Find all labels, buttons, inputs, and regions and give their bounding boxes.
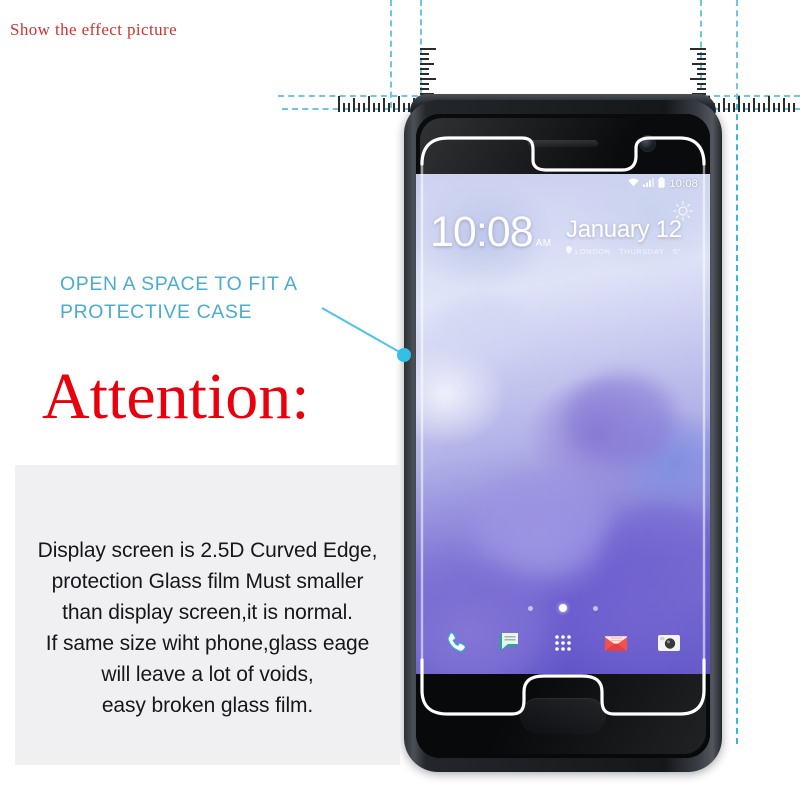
attention-heading: Attention:: [42, 360, 310, 433]
page-dot[interactable]: [593, 605, 598, 611]
dock-bar: [416, 620, 710, 666]
app-drawer-icon[interactable]: [548, 628, 578, 658]
lockscreen-date-group: January 12 LONDON · THURSDAY · 5°: [566, 216, 682, 256]
annotation-line-1: OPEN A SPACE TO FIT A: [60, 273, 298, 295]
annotation-line-2: PROTECTIVE CASE: [60, 301, 253, 324]
lockscreen-display: 10:08 10:08 AM January 12 LONDON · THURS…: [416, 174, 710, 674]
lockscreen-subline-group: LONDON · THURSDAY · 5°: [566, 246, 682, 256]
battery-icon: [658, 177, 666, 191]
note-line: will leave a lot of voids,: [101, 663, 314, 687]
page-dot-active[interactable]: [559, 604, 567, 612]
front-camera-icon: [640, 136, 655, 151]
lockscreen-clock-group: 10:08 AM: [430, 208, 552, 256]
phone-device: 10:08 10:08 AM January 12 LONDON · THURS…: [404, 94, 722, 772]
note-line: protection Glass film Must smaller: [51, 570, 364, 594]
lockscreen-clock: 10:08: [430, 208, 534, 256]
lockscreen-ampm: AM: [535, 237, 552, 249]
note-line: If same size wiht phone,glass eage: [45, 632, 370, 656]
note-line: than display screen,it is normal.: [62, 601, 353, 625]
wifi-icon: [628, 178, 640, 190]
page-dot[interactable]: [528, 605, 533, 611]
show-effect-title: Show the effect picture: [10, 20, 178, 39]
earpiece-speaker-icon: [528, 140, 598, 147]
warning-note-box: Display screen is 2.5D Curved Edge, prot…: [15, 465, 400, 765]
camera-icon[interactable]: [654, 628, 684, 658]
status-bar: 10:08: [416, 174, 710, 194]
page-indicator-dots: [416, 604, 710, 612]
messages-icon[interactable]: [495, 628, 525, 658]
signal-bars-icon: [643, 178, 655, 190]
status-bar-time: 10:08: [669, 178, 698, 190]
guide-phone-edge-right: [736, 104, 738, 744]
lockscreen-date: January 12: [566, 216, 682, 243]
home-button[interactable]: [520, 698, 606, 734]
warning-note-text: Display screen is 2.5D Curved Edge, prot…: [15, 535, 400, 721]
gmail-icon[interactable]: [601, 628, 631, 658]
annotation-open-space: OPEN A SPACE TO FIT A PROTECTIVE CASE: [60, 270, 350, 327]
phone-screen-area: 10:08 10:08 AM January 12 LONDON · THURS…: [416, 114, 710, 758]
phone-icon[interactable]: [442, 628, 472, 658]
note-line: easy broken glass film.: [101, 694, 314, 718]
location-pin-icon: [566, 246, 572, 256]
product-marketing-image: Show the effect picture 10:08 10:08 AM J…: [0, 0, 800, 800]
lockscreen-subline: LONDON · THURSDAY · 5°: [575, 246, 682, 256]
note-line: Display screen is 2.5D Curved Edge,: [37, 539, 378, 562]
